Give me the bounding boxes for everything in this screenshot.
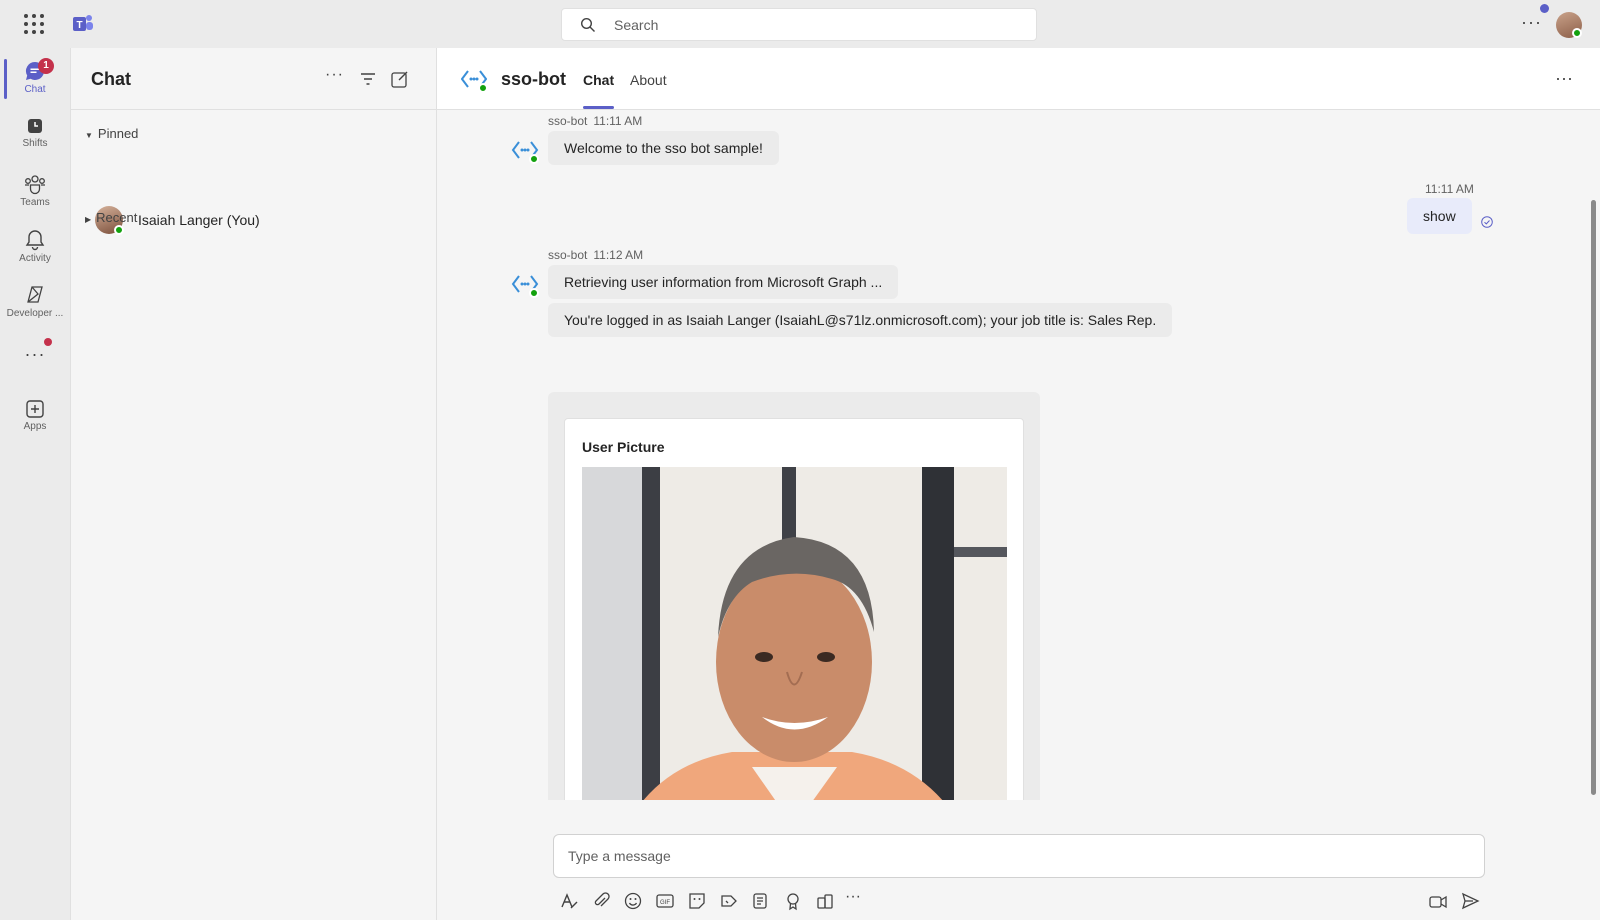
message-sender: sso-bot xyxy=(548,114,588,128)
rail-item-developer-portal[interactable]: Developer ... xyxy=(0,276,70,332)
rail-item-activity[interactable]: Activity xyxy=(0,221,70,277)
rail-label-developer: Developer ... xyxy=(6,308,64,319)
rail-label-activity: Activity xyxy=(19,253,51,264)
shifts-icon xyxy=(28,119,42,133)
app-launcher-icon[interactable] xyxy=(24,14,44,34)
caret-right-icon: ▶ xyxy=(85,215,92,224)
tab-about[interactable]: About xyxy=(630,72,667,88)
svg-text:GIF: GIF xyxy=(660,900,670,906)
top-bar: T Search ··· xyxy=(0,0,1600,48)
message-meta: sso-bot 11:11 AM xyxy=(548,114,642,128)
conversation-title: sso-bot xyxy=(501,69,566,89)
message-time: 11:11 AM xyxy=(593,114,643,128)
message-time: 11:12 AM xyxy=(593,248,644,262)
rail-item-shifts[interactable]: Shifts xyxy=(0,108,70,164)
presence-available-icon xyxy=(478,83,488,93)
pinned-label: Pinned xyxy=(97,126,139,141)
active-tab-indicator xyxy=(583,106,614,109)
schedule-meeting-icon[interactable] xyxy=(719,891,739,911)
rail-item-chat[interactable]: 1 Chat xyxy=(0,52,70,108)
more-options-icon[interactable]: ··· xyxy=(325,66,347,88)
teams-icon xyxy=(25,175,45,195)
rail-label-apps: Apps xyxy=(23,421,47,432)
attach-icon[interactable] xyxy=(591,891,611,911)
adaptive-card: User Picture xyxy=(564,418,1024,800)
active-indicator xyxy=(4,59,7,99)
adaptive-card-container: User Picture xyxy=(548,392,1040,800)
notification-dot xyxy=(1540,4,1549,13)
read-receipt-icon xyxy=(1481,216,1493,228)
user-picture xyxy=(582,467,1007,800)
more-apps-icon: ··· xyxy=(24,344,46,364)
chat-list-item[interactable]: Isaiah Langer (You) xyxy=(87,202,423,240)
tab-chat[interactable]: Chat xyxy=(583,72,614,88)
video-clip-icon[interactable] xyxy=(1428,891,1448,911)
rail-item-teams[interactable]: Teams xyxy=(0,165,70,221)
loop-component-icon[interactable] xyxy=(751,891,771,911)
more-options-icon[interactable]: ··· xyxy=(1555,68,1573,89)
praise-icon[interactable] xyxy=(783,891,803,911)
presence-available-icon xyxy=(529,288,539,298)
message-compose-box[interactable]: Type a message xyxy=(553,834,1485,878)
recent-label: Recent xyxy=(96,210,138,225)
bot-message-bubble: You're logged in as Isaiah Langer (Isaia… xyxy=(548,303,1173,337)
chat-list-title: Chat xyxy=(91,69,131,89)
search-placeholder: Search xyxy=(614,17,659,33)
message-meta: sso-bot 11:12 AM xyxy=(548,248,643,262)
search-box[interactable]: Search xyxy=(561,8,1037,41)
sticker-icon[interactable] xyxy=(687,891,707,911)
rail-item-more[interactable]: ··· xyxy=(0,340,70,370)
message-sender: sso-bot xyxy=(548,248,588,262)
presence-available-icon xyxy=(114,225,124,235)
apps-icon[interactable] xyxy=(815,891,835,911)
presence-available-icon xyxy=(1572,28,1582,38)
rail-label-teams: Teams xyxy=(20,197,50,208)
bot-message-bubble: Welcome to the sso bot sample! xyxy=(548,131,779,165)
add-apps-icon xyxy=(26,400,44,418)
format-icon[interactable] xyxy=(559,891,579,911)
rail-item-apps[interactable]: Apps xyxy=(0,391,70,447)
chat-list-item-name: Isaiah Langer (You) xyxy=(138,212,260,228)
search-icon xyxy=(580,17,595,32)
unread-badge: 1 xyxy=(38,58,54,74)
scrollbar[interactable] xyxy=(1591,200,1596,795)
presence-available-icon xyxy=(529,154,539,164)
conversation-pane: sso-bot Chat About ··· sso-bot 11:11 AM W… xyxy=(437,48,1600,920)
bell-icon xyxy=(25,230,45,251)
message-time: 11:11 AM xyxy=(1425,182,1474,196)
conversation-header: sso-bot Chat About ··· xyxy=(437,48,1600,110)
user-photo-image xyxy=(582,467,1007,800)
app-rail: 1 Chat Shifts Teams Activity Developer .… xyxy=(0,48,70,920)
message-list[interactable]: sso-bot 11:11 AM Welcome to the sso bot s… xyxy=(437,110,1600,800)
card-title: User Picture xyxy=(582,439,665,455)
send-icon[interactable] xyxy=(1460,891,1480,911)
more-actions-icon[interactable]: ··· xyxy=(845,888,865,908)
new-chat-icon[interactable] xyxy=(389,68,411,90)
compose-placeholder: Type a message xyxy=(568,848,671,864)
bot-message-bubble: Retrieving user information from Microso… xyxy=(548,265,899,299)
svg-text:T: T xyxy=(76,20,82,31)
developer-portal-icon xyxy=(27,286,43,303)
teams-logo-icon: T xyxy=(73,15,93,31)
chat-list-panel: Chat ··· ▼ Pinned Isaiah Langer (You) ▶ Re… xyxy=(70,48,437,920)
settings-more-icon[interactable]: ··· xyxy=(1521,12,1542,33)
my-message-bubble: show xyxy=(1407,198,1472,234)
emoji-icon[interactable] xyxy=(623,891,643,911)
filter-icon[interactable] xyxy=(357,68,379,90)
recent-section-toggle[interactable]: ▶ Recent xyxy=(85,210,137,225)
chat-list-header: Chat ··· xyxy=(71,48,436,110)
gif-icon[interactable]: GIF xyxy=(655,891,675,911)
caret-down-icon: ▼ xyxy=(85,131,93,140)
rail-label-shifts: Shifts xyxy=(22,138,48,149)
rail-label-chat: Chat xyxy=(24,84,46,95)
pinned-section-toggle[interactable]: ▼ Pinned xyxy=(85,126,138,141)
